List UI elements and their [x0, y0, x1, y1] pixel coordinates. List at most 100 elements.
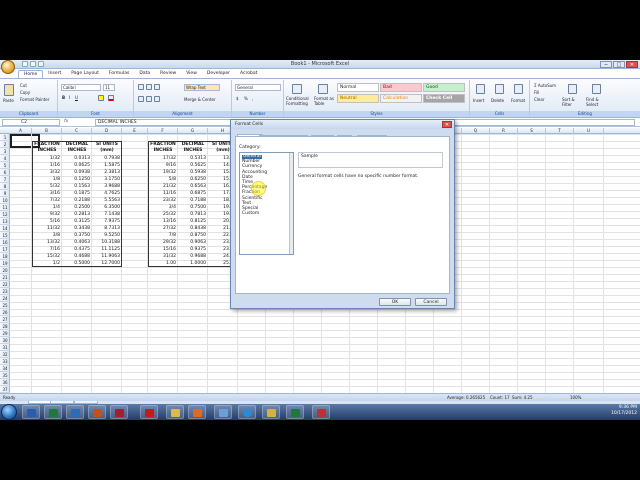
- taskbar-explorer[interactable]: [262, 405, 280, 419]
- row-header[interactable]: 30: [0, 337, 10, 344]
- tab-developer[interactable]: Developer: [202, 70, 235, 78]
- category-item[interactable]: Custom: [242, 211, 259, 216]
- office-button[interactable]: [1, 60, 15, 74]
- maximize-button[interactable]: □: [613, 61, 625, 68]
- taskbar-access[interactable]: [110, 405, 128, 419]
- category-scrollbar[interactable]: [289, 153, 293, 254]
- row-header[interactable]: 16: [0, 239, 10, 246]
- row-header[interactable]: 1: [0, 134, 10, 141]
- taskbar-acrobat[interactable]: [140, 405, 158, 419]
- align-right-icon[interactable]: [154, 96, 160, 102]
- tab-page-layout[interactable]: Page Layout: [66, 70, 104, 78]
- tab-acrobat[interactable]: Acrobat: [235, 70, 262, 78]
- taskbar-paint[interactable]: [214, 405, 232, 419]
- number-format-select[interactable]: General: [235, 84, 281, 91]
- row-header[interactable]: 2: [0, 141, 10, 148]
- underline-button[interactable]: U: [75, 95, 78, 100]
- align-bottom-icon[interactable]: [154, 84, 160, 90]
- delete-button[interactable]: Delete: [491, 98, 504, 103]
- close-button[interactable]: ✕: [626, 61, 638, 68]
- align-left-icon[interactable]: [138, 96, 144, 102]
- merge-center-button[interactable]: Merge & Center: [184, 97, 216, 102]
- row-header[interactable]: 35: [0, 372, 10, 379]
- sort-filter-button[interactable]: Sort & Filter: [562, 97, 584, 107]
- row-header[interactable]: 7: [0, 176, 10, 183]
- conditional-formatting-icon[interactable]: [292, 84, 302, 94]
- row-header[interactable]: 10: [0, 197, 10, 204]
- start-button[interactable]: [1, 404, 17, 420]
- row-header[interactable]: 23: [0, 288, 10, 295]
- tab-home[interactable]: Home: [18, 70, 44, 78]
- row-header[interactable]: 11: [0, 204, 10, 211]
- taskbar-powerpoint[interactable]: [88, 405, 106, 419]
- tab-formulas[interactable]: Formulas: [104, 70, 135, 78]
- taskbar-ie[interactable]: [238, 405, 256, 419]
- row-header[interactable]: 19: [0, 260, 10, 267]
- italic-button[interactable]: I: [69, 95, 70, 100]
- row-header[interactable]: 14: [0, 225, 10, 232]
- tab-view[interactable]: View: [181, 70, 202, 78]
- sort-filter-icon[interactable]: [568, 84, 577, 94]
- taskbar-word[interactable]: [22, 405, 40, 419]
- row-header[interactable]: 21: [0, 274, 10, 281]
- conditional-formatting-button[interactable]: Conditional Formatting: [286, 96, 314, 106]
- format-as-table-button[interactable]: Format as Table: [314, 96, 336, 106]
- row-header[interactable]: 33: [0, 358, 10, 365]
- row-header[interactable]: 18: [0, 253, 10, 260]
- font-size-select[interactable]: 11: [103, 84, 115, 91]
- format-painter-button[interactable]: Format Painter: [20, 97, 49, 102]
- fx-icon[interactable]: fx: [64, 119, 68, 124]
- find-select-button[interactable]: Find & Select: [586, 97, 610, 107]
- row-header[interactable]: 34: [0, 365, 10, 372]
- zoom-level[interactable]: 100%: [570, 394, 581, 402]
- align-top-icon[interactable]: [138, 84, 144, 90]
- paste-icon[interactable]: [4, 84, 14, 96]
- taskbar-excel-active[interactable]: [286, 405, 304, 419]
- taskbar-media[interactable]: [188, 405, 206, 419]
- row-header[interactable]: 31: [0, 344, 10, 351]
- ok-button[interactable]: OK: [379, 298, 411, 306]
- category-list[interactable]: General Number Currency Accounting Date Time P…: [239, 152, 294, 255]
- fill-color-icon[interactable]: [98, 95, 104, 101]
- align-center-icon[interactable]: [146, 96, 152, 102]
- style-neutral[interactable]: Neutral: [337, 94, 379, 103]
- row-header[interactable]: 4: [0, 155, 10, 162]
- tab-review[interactable]: Review: [155, 70, 181, 78]
- row-header[interactable]: 3: [0, 148, 10, 155]
- copy-button[interactable]: Copy: [20, 90, 30, 95]
- row-header[interactable]: 29: [0, 330, 10, 337]
- taskbar-app[interactable]: [312, 405, 330, 419]
- taskbar-excel[interactable]: [44, 405, 62, 419]
- row-header[interactable]: 32: [0, 351, 10, 358]
- insert-cells-icon[interactable]: [476, 84, 485, 94]
- autosum-button[interactable]: Σ AutoSum: [534, 83, 556, 88]
- tab-data[interactable]: Data: [134, 70, 155, 78]
- percent-button[interactable]: %: [244, 96, 248, 101]
- row-header[interactable]: 37: [0, 386, 10, 393]
- dialog-close-button[interactable]: ✕: [442, 121, 452, 128]
- name-box[interactable]: C2: [2, 119, 60, 126]
- cut-button[interactable]: Cut: [20, 83, 27, 88]
- clear-button[interactable]: Clear: [534, 97, 544, 102]
- row-header[interactable]: 24: [0, 295, 10, 302]
- style-check-cell[interactable]: Check Cell: [423, 94, 465, 103]
- cancel-button[interactable]: Cancel: [415, 298, 447, 306]
- row-header[interactable]: 5: [0, 162, 10, 169]
- bold-button[interactable]: B: [62, 95, 65, 100]
- row-header[interactable]: 17: [0, 246, 10, 253]
- style-calculation[interactable]: Calculation: [380, 94, 422, 103]
- taskbar-outlook[interactable]: [66, 405, 84, 419]
- row-header[interactable]: 25: [0, 302, 10, 309]
- row-header[interactable]: 22: [0, 281, 10, 288]
- align-middle-icon[interactable]: [146, 84, 152, 90]
- row-header[interactable]: 13: [0, 218, 10, 225]
- format-as-table-icon[interactable]: [318, 84, 328, 94]
- format-cells-icon[interactable]: [514, 84, 523, 94]
- minimize-button[interactable]: ─: [600, 61, 612, 68]
- font-name-select[interactable]: Calibri: [61, 84, 101, 91]
- row-header[interactable]: 9: [0, 190, 10, 197]
- style-good[interactable]: Good: [423, 83, 465, 92]
- comma-button[interactable]: ,: [252, 96, 253, 101]
- row-header[interactable]: 28: [0, 323, 10, 330]
- row-header[interactable]: 6: [0, 169, 10, 176]
